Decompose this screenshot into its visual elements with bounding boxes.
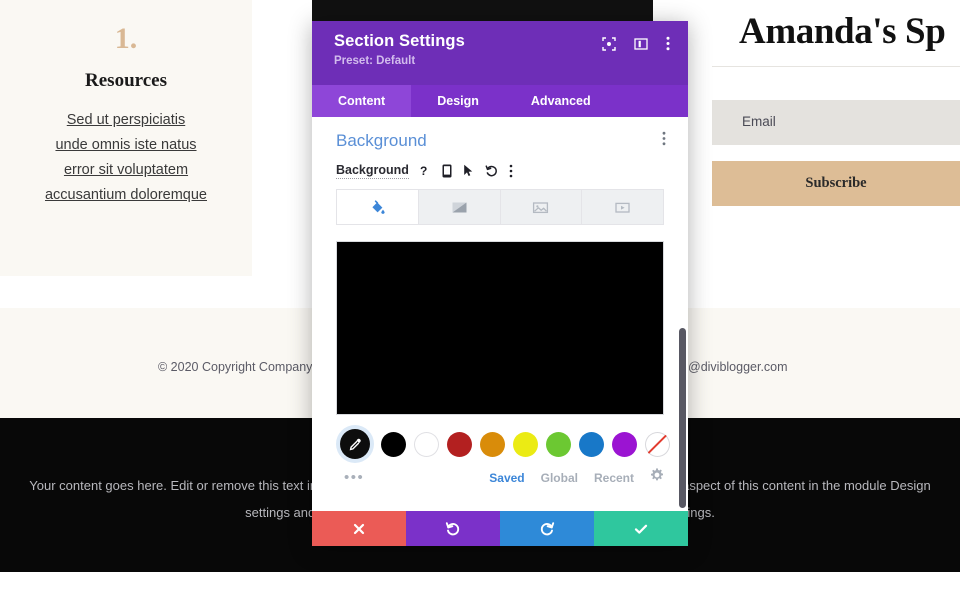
footer-copyright: © 2020 Copyright Company	[158, 360, 312, 374]
tab-design[interactable]: Design	[411, 85, 505, 117]
swatch-footer-row: ••• Saved Global Recent	[312, 459, 688, 487]
resources-heading: Resources	[0, 70, 252, 92]
brand-area: Amanda's Sp Email Subscribe	[712, 0, 960, 276]
background-type-tabs	[336, 189, 664, 225]
site-title: Amanda's Sp	[712, 0, 960, 53]
footer-email: @diviblogger.com	[688, 360, 788, 374]
divider	[712, 66, 960, 67]
image-tab[interactable]	[501, 190, 583, 224]
palette-link-global[interactable]: Global	[541, 471, 578, 485]
list-item[interactable]: accusantium doloremque	[0, 183, 252, 208]
swatch-dark-red[interactable]	[447, 432, 472, 457]
overflow-menu-icon[interactable]	[509, 164, 513, 178]
modal-action-bar	[312, 511, 688, 546]
eyedropper-swatch[interactable]	[340, 429, 370, 459]
section-settings-modal: Section Settings Preset: Default	[312, 21, 688, 546]
palette-link-recent[interactable]: Recent	[594, 471, 634, 485]
background-section-header: Background	[312, 117, 688, 151]
svg-text:?: ?	[420, 164, 427, 178]
swatch-white[interactable]	[414, 432, 439, 457]
palette-link-saved[interactable]: Saved	[489, 471, 524, 485]
tab-content[interactable]: Content	[312, 85, 411, 117]
more-swatches-button[interactable]: •••	[344, 473, 364, 483]
overflow-menu-icon[interactable]	[662, 131, 666, 151]
list-item[interactable]: Sed ut perspiciatis	[0, 108, 252, 133]
top-dark-band	[312, 0, 653, 22]
undo-button[interactable]	[406, 511, 500, 546]
list-item[interactable]: unde omnis iste natus	[0, 133, 252, 158]
hover-icon[interactable]	[463, 164, 474, 178]
expand-icon[interactable]	[602, 37, 616, 51]
background-field-label-row: Background ?	[312, 151, 688, 179]
preset-selector[interactable]: Preset: Default	[334, 55, 666, 67]
discard-button[interactable]	[312, 511, 406, 546]
resources-link-list: Sed ut perspiciatis unde omnis iste natu…	[0, 108, 252, 208]
swatch-orange[interactable]	[480, 432, 505, 457]
gradient-tab[interactable]	[419, 190, 501, 224]
background-heading[interactable]: Background	[336, 131, 427, 151]
color-fill-tab[interactable]	[337, 190, 419, 224]
modal-scrollbar[interactable]	[679, 328, 686, 508]
overflow-menu-icon[interactable]	[666, 36, 670, 51]
modal-body: Background Background ?	[312, 117, 688, 511]
list-item[interactable]: error sit voluptatem	[0, 158, 252, 183]
responsive-icon[interactable]	[442, 164, 452, 178]
gear-icon[interactable]	[650, 468, 664, 487]
background-field-label: Background	[336, 163, 409, 179]
color-swatch-row	[312, 415, 688, 459]
resources-number: 1.	[0, 18, 252, 60]
resources-card: 1. Resources Sed ut perspiciatis unde om…	[0, 0, 252, 276]
video-tab[interactable]	[582, 190, 663, 224]
modal-tabs: Content Design Advanced	[312, 85, 688, 117]
swatch-none[interactable]	[645, 432, 670, 457]
save-button[interactable]	[594, 511, 688, 546]
reset-icon[interactable]	[485, 164, 498, 178]
color-preview[interactable]	[336, 241, 664, 415]
modal-header: Section Settings Preset: Default	[312, 21, 688, 85]
help-icon[interactable]: ?	[420, 164, 431, 178]
palette-links: Saved Global Recent	[489, 468, 664, 487]
page-root: 1. Resources Sed ut perspiciatis unde om…	[0, 0, 960, 590]
swatch-yellow[interactable]	[513, 432, 538, 457]
swatch-blue[interactable]	[579, 432, 604, 457]
email-input[interactable]: Email	[712, 100, 960, 145]
modal-header-icons	[602, 36, 670, 51]
swatch-green[interactable]	[546, 432, 571, 457]
tab-advanced[interactable]: Advanced	[505, 85, 617, 117]
redo-button[interactable]	[500, 511, 594, 546]
subscribe-button[interactable]: Subscribe	[712, 161, 960, 206]
swatch-black[interactable]	[381, 432, 406, 457]
layout-icon[interactable]	[634, 37, 648, 51]
swatch-purple[interactable]	[612, 432, 637, 457]
